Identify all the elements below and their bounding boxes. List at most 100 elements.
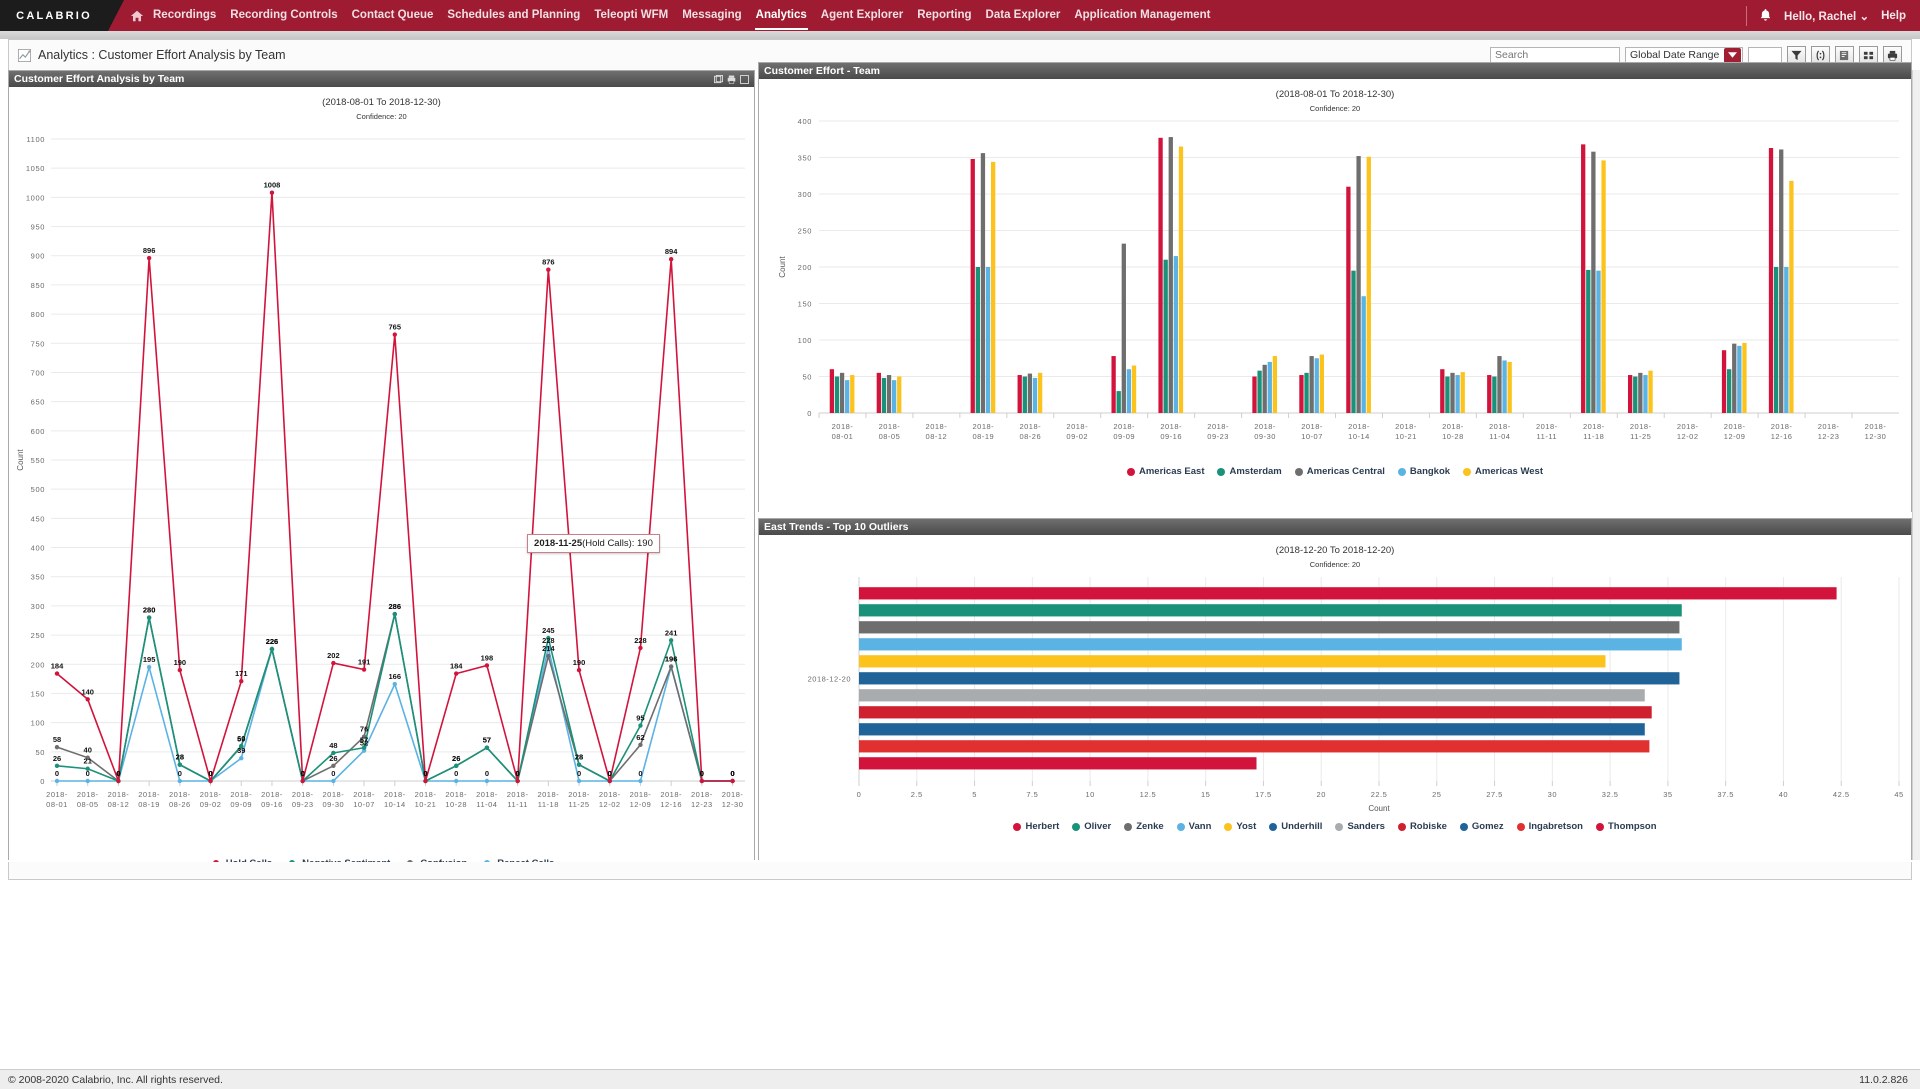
chevron-down-icon[interactable] xyxy=(1724,48,1741,63)
line-chart-customer-effort[interactable]: 0501001502002503003504004505005506006507… xyxy=(9,121,754,856)
svg-text:2.5: 2.5 xyxy=(911,790,923,799)
svg-text:10: 10 xyxy=(1085,790,1094,799)
nav-item-messaging[interactable]: Messaging xyxy=(675,1,748,31)
home-icon[interactable] xyxy=(130,9,144,23)
svg-text:45: 45 xyxy=(1894,790,1903,799)
svg-text:12-02: 12-02 xyxy=(599,800,621,809)
svg-text:7.5: 7.5 xyxy=(1026,790,1038,799)
svg-text:196: 196 xyxy=(665,655,678,664)
legend-item-sanders[interactable]: Sanders xyxy=(1335,821,1385,832)
nav-item-recordings[interactable]: Recordings xyxy=(146,1,223,31)
search-input[interactable] xyxy=(1490,47,1620,64)
horizontal-bar-chart-east-trends[interactable]: 02.557.51012.51517.52022.52527.53032.535… xyxy=(759,569,1911,819)
svg-text:2018-: 2018- xyxy=(169,790,191,799)
svg-text:2018-: 2018- xyxy=(1536,422,1558,431)
svg-text:198: 198 xyxy=(481,653,494,662)
nav-item-recording-controls[interactable]: Recording Controls xyxy=(223,1,344,31)
svg-text:2018-: 2018- xyxy=(568,790,590,799)
svg-text:2018-: 2018- xyxy=(973,422,995,431)
svg-text:2018-: 2018- xyxy=(476,790,498,799)
svg-text:184: 184 xyxy=(51,662,64,671)
maximize-icon[interactable] xyxy=(740,75,749,84)
svg-text:896: 896 xyxy=(143,246,156,255)
svg-text:2018-: 2018- xyxy=(1630,422,1652,431)
svg-text:62: 62 xyxy=(636,733,644,742)
panel-header: Customer Effort - Team xyxy=(759,63,1911,79)
svg-text:28: 28 xyxy=(575,753,583,762)
svg-text:Count: Count xyxy=(778,256,787,278)
svg-text:2018-: 2018- xyxy=(230,790,252,799)
page-scrollbar[interactable] xyxy=(1912,70,1920,860)
panel-title: Customer Effort Analysis by Team xyxy=(14,71,184,87)
svg-text:11-11: 11-11 xyxy=(1537,432,1558,441)
svg-text:12-09: 12-09 xyxy=(630,800,652,809)
svg-text:245: 245 xyxy=(542,626,555,635)
svg-text:400: 400 xyxy=(31,544,45,553)
chart-confidence-label: Confidence: 20 xyxy=(759,560,1911,569)
svg-text:2018-: 2018- xyxy=(1066,422,1088,431)
svg-text:350: 350 xyxy=(31,573,45,582)
legend-item-underhill[interactable]: Underhill xyxy=(1269,821,1322,832)
svg-text:11-18: 11-18 xyxy=(538,800,559,809)
legend-item-zenke[interactable]: Zenke xyxy=(1124,821,1163,832)
svg-text:09-30: 09-30 xyxy=(1254,432,1276,441)
nav-item-contact-queue[interactable]: Contact Queue xyxy=(345,1,441,31)
svg-text:140: 140 xyxy=(81,687,94,696)
svg-text:2018-: 2018- xyxy=(507,790,529,799)
print-icon[interactable] xyxy=(727,75,736,84)
legend-item-bangkok[interactable]: Bangkok xyxy=(1398,466,1450,477)
nav-item-analytics[interactable]: Analytics xyxy=(749,1,814,31)
svg-text:0: 0 xyxy=(608,769,612,778)
legend-item-herbert[interactable]: Herbert xyxy=(1013,821,1059,832)
legend-item-ingabretson[interactable]: Ingabretson xyxy=(1517,821,1583,832)
legend-label: Amsterdam xyxy=(1229,466,1281,477)
svg-text:10-14: 10-14 xyxy=(1348,432,1370,441)
bar-chart-customer-effort-team[interactable]: 0501001502002503003504002018-08-012018-0… xyxy=(759,113,1911,463)
legend-dot-icon xyxy=(1596,823,1604,831)
tooltip-date: 2018-11-25 xyxy=(534,538,582,549)
svg-text:0: 0 xyxy=(577,769,581,778)
legend-item-vann[interactable]: Vann xyxy=(1177,821,1212,832)
svg-text:2018-: 2018- xyxy=(722,790,744,799)
nav-item-data-explorer[interactable]: Data Explorer xyxy=(979,1,1068,31)
svg-text:17.5: 17.5 xyxy=(1255,790,1272,799)
legend-item-amsterdam[interactable]: Amsterdam xyxy=(1217,466,1281,477)
svg-text:2018-: 2018- xyxy=(660,790,682,799)
svg-text:300: 300 xyxy=(31,602,45,611)
svg-text:2018-: 2018- xyxy=(1019,422,1041,431)
chevron-down-icon: ⌄ xyxy=(1859,11,1869,23)
export-icon[interactable] xyxy=(714,75,723,84)
legend-item-americas-east[interactable]: Americas East xyxy=(1127,466,1204,477)
legend-label: Thompson xyxy=(1608,821,1657,832)
user-menu[interactable]: Hello, Rachel ⌄ xyxy=(1784,9,1869,23)
global-date-range-select[interactable]: Global Date Range xyxy=(1625,47,1743,64)
svg-text:12-23: 12-23 xyxy=(691,800,713,809)
legend-item-oliver[interactable]: Oliver xyxy=(1072,821,1111,832)
nav-item-schedules-and-planning[interactable]: Schedules and Planning xyxy=(440,1,587,31)
svg-text:300: 300 xyxy=(798,190,812,199)
svg-text:39: 39 xyxy=(237,746,245,755)
svg-text:2018-: 2018- xyxy=(1254,422,1276,431)
legend-item-yost[interactable]: Yost xyxy=(1224,821,1256,832)
svg-text:09-30: 09-30 xyxy=(323,800,345,809)
svg-text:2018-: 2018- xyxy=(691,790,713,799)
svg-text:214: 214 xyxy=(542,644,555,653)
svg-text:2018-: 2018- xyxy=(1818,422,1840,431)
legend-item-robiske[interactable]: Robiske xyxy=(1398,821,1447,832)
legend-item-thompson[interactable]: Thompson xyxy=(1596,821,1657,832)
nav-item-application-management[interactable]: Application Management xyxy=(1067,1,1217,31)
legend-dot-icon xyxy=(1335,823,1343,831)
nav-item-reporting[interactable]: Reporting xyxy=(910,1,978,31)
legend-item-americas-west[interactable]: Americas West xyxy=(1463,466,1543,477)
nav-item-teleopti-wfm[interactable]: Teleopti WFM xyxy=(587,1,675,31)
date-value-field[interactable] xyxy=(1748,47,1782,64)
legend-item-americas-central[interactable]: Americas Central xyxy=(1295,466,1385,477)
legend-item-gomez[interactable]: Gomez xyxy=(1460,821,1504,832)
svg-text:50: 50 xyxy=(35,748,45,757)
calabrio-logo[interactable]: CALABRIO xyxy=(0,0,108,31)
help-link[interactable]: Help xyxy=(1881,10,1906,22)
nav-item-agent-explorer[interactable]: Agent Explorer xyxy=(814,1,910,31)
svg-text:2018-: 2018- xyxy=(1395,422,1417,431)
notification-bell-icon[interactable] xyxy=(1759,8,1772,23)
svg-text:900: 900 xyxy=(31,252,45,261)
